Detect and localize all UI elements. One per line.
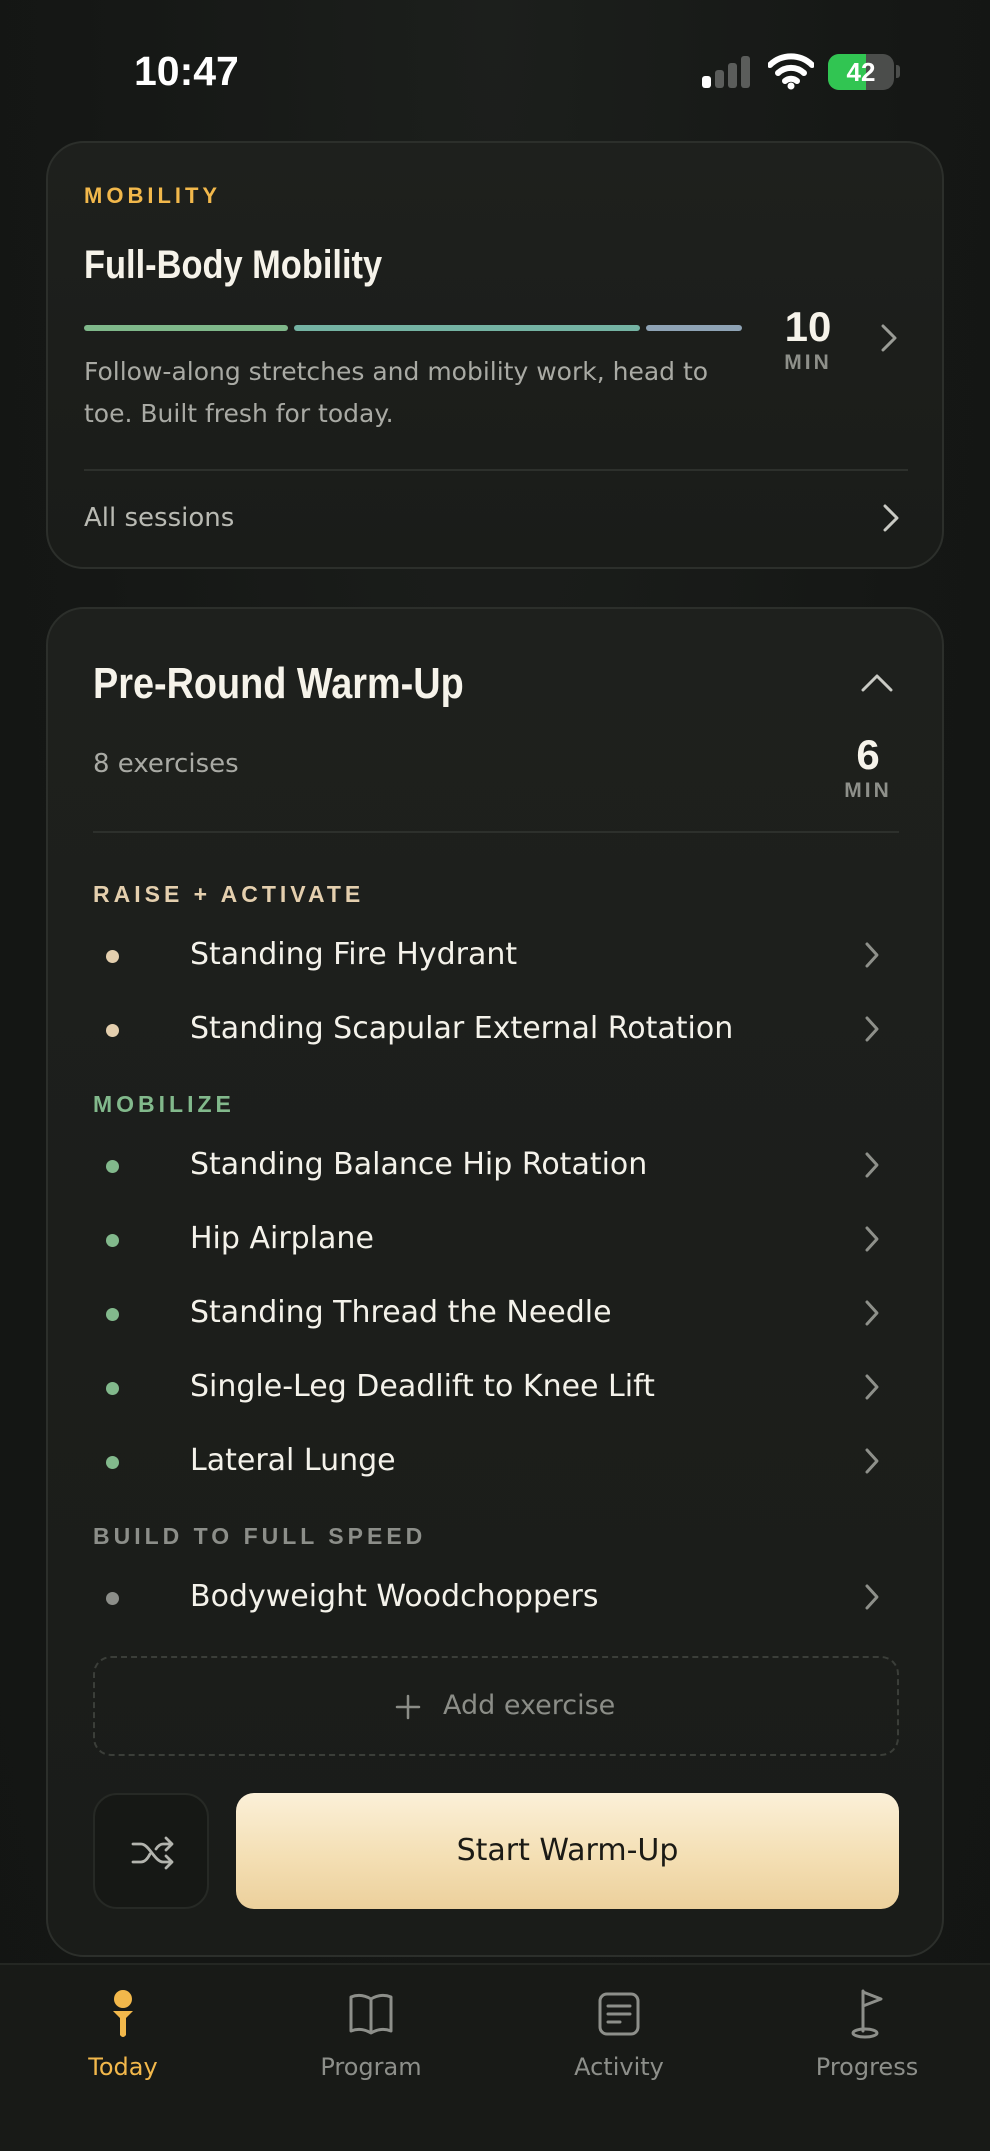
chevron-right-icon bbox=[865, 1226, 879, 1252]
chevron-right-icon bbox=[865, 1152, 879, 1178]
shuffle-button[interactable] bbox=[93, 1793, 209, 1909]
today-screen: 10:47 42 MOBILITY Full-Body Mobility Fol… bbox=[0, 0, 990, 2151]
all-sessions-label: All sessions bbox=[84, 503, 235, 533]
chevron-up-icon[interactable] bbox=[860, 673, 894, 693]
exercise-name: Standing Balance Hip Rotation bbox=[190, 1147, 648, 1182]
exercise-row[interactable]: Standing Fire Hydrant bbox=[94, 925, 900, 985]
golf-tee-icon bbox=[113, 1990, 133, 2037]
chevron-right-icon bbox=[881, 324, 897, 352]
exercise-row[interactable]: Hip Airplane bbox=[94, 1209, 900, 1269]
add-exercise-button[interactable]: Add exercise bbox=[93, 1656, 899, 1756]
battery-level: 42 bbox=[846, 57, 876, 87]
tab-progress[interactable]: Progress bbox=[767, 1965, 967, 2105]
mobility-card[interactable]: MOBILITY Full-Body Mobility Follow-along… bbox=[46, 141, 944, 569]
chevron-right-icon bbox=[865, 1016, 879, 1042]
chevron-right-icon bbox=[883, 504, 899, 532]
exercise-name: Lateral Lunge bbox=[190, 1443, 396, 1478]
start-warmup-label: Start Warm-Up bbox=[456, 1833, 679, 1868]
mobility-duration-value: 10 bbox=[784, 303, 832, 350]
mobility-divider bbox=[84, 469, 908, 471]
add-exercise-label: Add exercise bbox=[443, 1690, 616, 1721]
mobility-duration-unit: MIN bbox=[784, 351, 832, 374]
progress-segment bbox=[294, 325, 640, 331]
battery-nub bbox=[896, 65, 900, 78]
exercise-row[interactable]: Standing Balance Hip Rotation bbox=[94, 1135, 900, 1195]
section-label-build-to-full-speed: BUILD TO FULL SPEED bbox=[93, 1523, 427, 1549]
status-bar: 10:47 42 bbox=[0, 0, 990, 140]
tab-label: Progress bbox=[815, 2053, 919, 2081]
tab-label: Program bbox=[320, 2053, 422, 2081]
tab-label: Activity bbox=[574, 2053, 664, 2081]
shuffle-icon bbox=[131, 1836, 174, 1870]
exercise-name: Bodyweight Woodchoppers bbox=[190, 1579, 599, 1614]
exercise-count: 8 exercises bbox=[93, 749, 239, 779]
battery-icon: 42 bbox=[828, 54, 894, 90]
exercise-name: Standing Scapular External Rotation bbox=[190, 1011, 734, 1046]
bullet-dot bbox=[106, 1592, 119, 1605]
tab-bar: Today Program Activity Progress bbox=[0, 1963, 990, 2151]
chevron-right-icon bbox=[865, 1300, 879, 1326]
golf-flag-icon bbox=[851, 1989, 883, 2039]
progress-segment bbox=[646, 325, 742, 331]
book-icon bbox=[349, 1993, 393, 2035]
exercise-row[interactable]: Standing Thread the Needle bbox=[94, 1283, 900, 1343]
chevron-right-icon bbox=[865, 1584, 879, 1610]
start-warmup-button[interactable]: Start Warm-Up bbox=[236, 1793, 899, 1909]
bullet-dot bbox=[106, 1024, 119, 1037]
mobility-eyebrow: MOBILITY bbox=[84, 183, 222, 208]
bullet-dot bbox=[106, 1234, 119, 1247]
exercise-row[interactable]: Bodyweight Woodchoppers bbox=[94, 1567, 900, 1627]
warmup-divider bbox=[93, 831, 899, 833]
chevron-right-icon bbox=[865, 1374, 879, 1400]
tab-activity[interactable]: Activity bbox=[519, 1965, 719, 2105]
cellular-signal-icon bbox=[700, 56, 752, 88]
all-sessions-link[interactable]: All sessions bbox=[84, 473, 908, 563]
mobility-title: Full-Body Mobility bbox=[84, 243, 383, 287]
exercise-name: Standing Fire Hydrant bbox=[190, 937, 518, 972]
plus-icon bbox=[395, 1694, 421, 1720]
exercise-row[interactable]: Standing Scapular External Rotation bbox=[94, 999, 900, 1059]
tab-program[interactable]: Program bbox=[271, 1965, 471, 2105]
warmup-duration-value: 6 bbox=[856, 731, 880, 778]
tab-label: Today bbox=[88, 2053, 158, 2081]
mobility-description-line1: Follow-along stretches and mobility work… bbox=[84, 357, 709, 386]
warmup-duration-unit: MIN bbox=[844, 779, 892, 802]
tab-today[interactable]: Today bbox=[23, 1965, 223, 2105]
warmup-card: Pre-Round Warm-Up 8 exercises 6 MIN RAIS… bbox=[46, 607, 944, 1957]
chevron-right-icon bbox=[865, 942, 879, 968]
progress-segment bbox=[84, 325, 288, 331]
section-label-mobilize: MOBILIZE bbox=[93, 1091, 235, 1117]
section-label-raise-activate: RAISE + ACTIVATE bbox=[93, 881, 365, 907]
bullet-dot bbox=[106, 1382, 119, 1395]
exercise-row[interactable]: Single-Leg Deadlift to Knee Lift bbox=[94, 1357, 900, 1417]
exercise-name: Standing Thread the Needle bbox=[190, 1295, 612, 1330]
activity-list-icon bbox=[598, 1992, 640, 2036]
exercise-row[interactable]: Lateral Lunge bbox=[94, 1431, 900, 1491]
wifi-icon bbox=[768, 53, 814, 90]
chevron-right-icon bbox=[865, 1448, 879, 1474]
bullet-dot bbox=[106, 950, 119, 963]
mobility-description-line2: toe. Built fresh for today. bbox=[84, 399, 394, 428]
bullet-dot bbox=[106, 1308, 119, 1321]
bullet-dot bbox=[106, 1456, 119, 1469]
bullet-dot bbox=[106, 1160, 119, 1173]
exercise-name: Single-Leg Deadlift to Knee Lift bbox=[190, 1369, 655, 1404]
warmup-title: Pre-Round Warm-Up bbox=[93, 659, 464, 708]
exercise-name: Hip Airplane bbox=[190, 1221, 374, 1256]
status-time: 10:47 bbox=[134, 48, 239, 94]
